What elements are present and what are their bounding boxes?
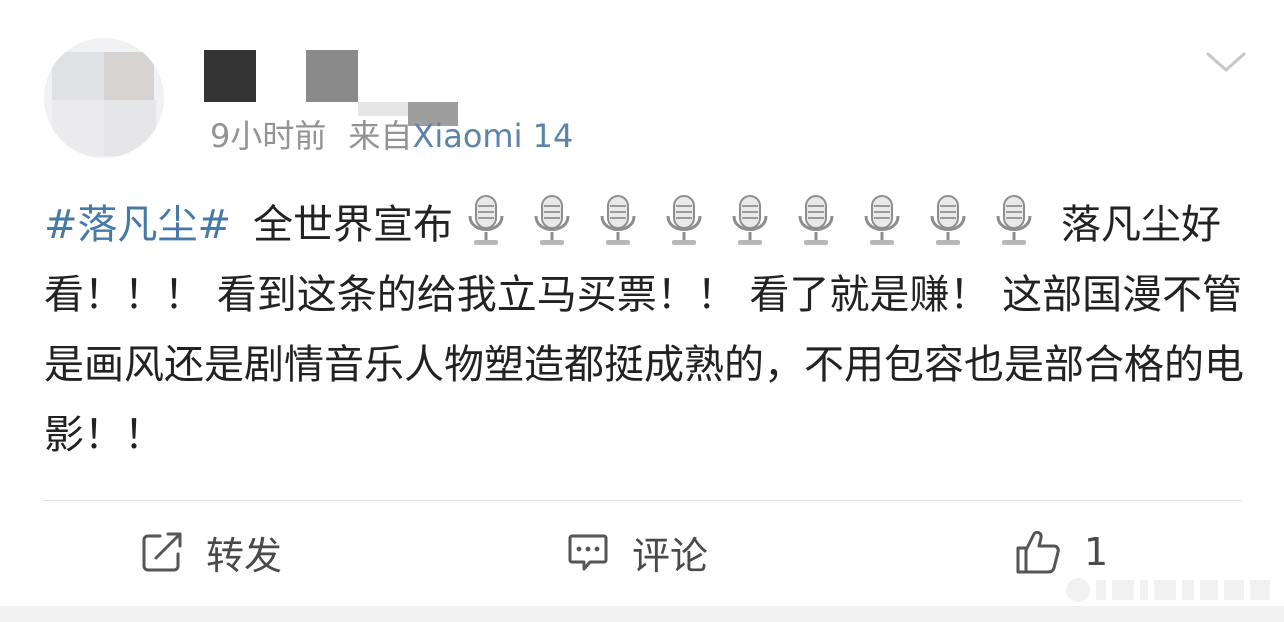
comment-button[interactable]: 评论	[566, 524, 708, 580]
post-time: 9小时前	[210, 117, 327, 155]
post-content: #落凡尘# 全世界宣布 落凡尘好看！！！ 看到这条的给我立马买票！！ 看了就是赚！ …	[44, 190, 1244, 470]
microphone-icon	[989, 194, 1039, 248]
microphone-icon	[593, 194, 643, 248]
comment-icon	[566, 530, 610, 574]
microphone-icon	[725, 194, 775, 248]
post-meta: 9小时前 来自Xiaomi 14	[210, 112, 573, 160]
avatar[interactable]	[44, 38, 164, 158]
post-text-lead: 全世界宣布	[253, 202, 454, 248]
post-device: Xiaomi 14	[412, 117, 574, 155]
microphone-icon	[461, 194, 511, 248]
microphone-icon	[791, 194, 841, 248]
microphone-icon	[527, 194, 577, 248]
repost-button[interactable]: 转发	[140, 524, 282, 580]
emoji-row	[453, 195, 1047, 248]
microphone-icon	[857, 194, 907, 248]
microphone-icon	[659, 194, 709, 248]
microphone-icon	[923, 194, 973, 248]
repost-label: 转发	[206, 533, 283, 578]
chevron-down-icon[interactable]	[1204, 48, 1248, 76]
watermark-logo	[1066, 576, 1272, 604]
share-icon	[140, 530, 184, 574]
comment-label: 评论	[632, 533, 709, 578]
hashtag-link[interactable]: #落凡尘#	[44, 202, 231, 248]
divider	[42, 500, 1242, 501]
post-source-prefix: 来自	[348, 117, 413, 155]
like-count: 1	[1084, 530, 1109, 574]
thumbs-up-icon	[1014, 528, 1062, 576]
bottom-bar	[0, 606, 1284, 622]
like-button[interactable]: 1	[1014, 524, 1108, 580]
